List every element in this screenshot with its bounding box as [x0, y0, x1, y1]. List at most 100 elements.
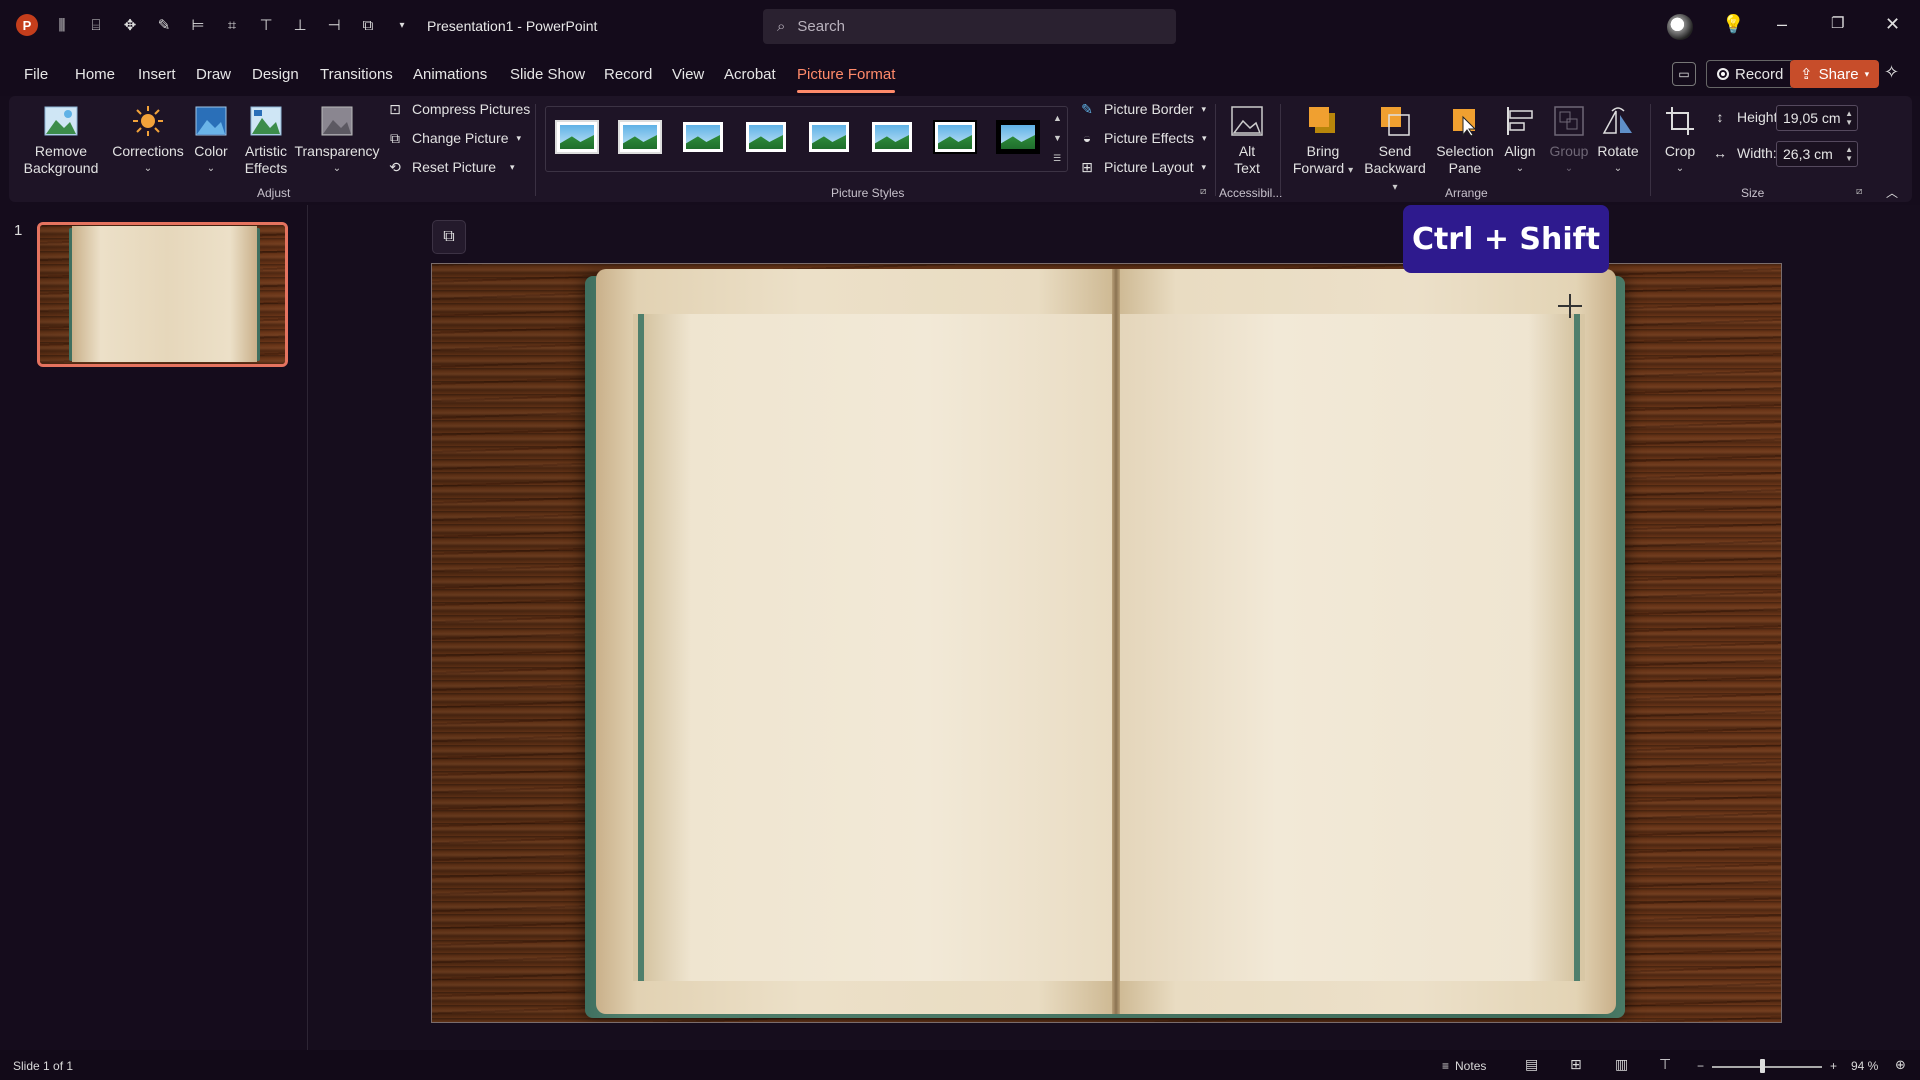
align-right-icon[interactable]: ⊣	[324, 15, 344, 35]
lightbulb-icon[interactable]: 💡	[1722, 14, 1744, 35]
notes-button[interactable]: ≡ Notes	[1442, 1059, 1486, 1073]
crop-icon[interactable]: ⌗	[222, 15, 242, 35]
tab-slide-show[interactable]: Slide Show	[510, 66, 585, 83]
gallery-up-icon[interactable]: ▲	[1053, 108, 1062, 128]
send-backward-button[interactable]: Send Backward ▾	[1360, 103, 1430, 196]
search-input[interactable]: ⌕ Search	[763, 9, 1176, 44]
alt-text-button[interactable]: Alt Text	[1227, 103, 1267, 177]
artistic-effects-label-2: Effects	[244, 160, 288, 176]
gallery-scroll[interactable]: ▲ ▼ ☰	[1053, 108, 1062, 168]
slide-thumbnail[interactable]	[37, 222, 288, 367]
picture-styles-group-label: Picture Styles	[831, 186, 905, 200]
picture-style-3[interactable]	[681, 120, 725, 154]
group-button[interactable]: Group ⌄	[1548, 103, 1590, 177]
tab-acrobat[interactable]: Acrobat	[724, 66, 776, 83]
tab-design[interactable]: Design	[252, 66, 299, 83]
move-icon[interactable]: ✥	[120, 15, 140, 35]
size-launcher-icon[interactable]: ⧄	[1856, 186, 1862, 197]
picture-effects-button[interactable]: ◒ Picture Effects ▾	[1078, 130, 1207, 146]
picture-border-button[interactable]: ✎ Picture Border ▾	[1078, 100, 1206, 118]
gallery-more-icon[interactable]: ☰	[1053, 148, 1062, 168]
tab-record[interactable]: Record	[604, 66, 652, 83]
color-button[interactable]: Color ⌄	[190, 103, 232, 177]
spin-up-icon[interactable]: ▲	[1845, 109, 1853, 118]
distribute-icon[interactable]: ⌸	[86, 15, 106, 35]
tab-view[interactable]: View	[672, 66, 704, 83]
tab-draw[interactable]: Draw	[196, 66, 231, 83]
close-button[interactable]: ✕	[1885, 14, 1900, 35]
picture-style-6[interactable]	[870, 120, 914, 154]
selection-pane-button[interactable]: Selection Pane	[1432, 103, 1498, 177]
reset-picture-button[interactable]: ⟲ Reset Picture ▾	[386, 159, 514, 176]
restore-button[interactable]: ❐	[1831, 14, 1844, 32]
zoom-level[interactable]: 94 %	[1851, 1059, 1878, 1073]
spin-down-icon[interactable]: ▼	[1845, 154, 1853, 163]
spin-up-icon[interactable]: ▲	[1845, 145, 1853, 154]
picture-style-1[interactable]	[555, 120, 599, 154]
zoom-slider-track[interactable]	[1712, 1066, 1822, 1068]
tab-transitions[interactable]: Transitions	[320, 66, 393, 83]
picture-style-8[interactable]	[996, 120, 1040, 154]
tab-insert[interactable]: Insert	[138, 66, 176, 83]
reading-view-icon[interactable]: ▥	[1615, 1056, 1628, 1073]
tab-home[interactable]: Home	[75, 66, 115, 83]
slide[interactable]	[431, 263, 1782, 1023]
width-spinner[interactable]: ▲ ▼	[1845, 145, 1853, 163]
zoom-out-button[interactable]: −	[1697, 1059, 1704, 1073]
align-left-icon[interactable]: ⊨	[188, 15, 208, 35]
tab-animations[interactable]: Animations	[413, 66, 487, 83]
fit-to-window-icon[interactable]: ⊕	[1895, 1057, 1906, 1073]
artistic-effects-button[interactable]: Artistic Effects	[238, 103, 294, 177]
corrections-label: Corrections	[112, 143, 184, 159]
align-top-icon[interactable]: ⊤	[256, 15, 276, 35]
record-icon	[1717, 68, 1729, 80]
picture-border-icon: ✎	[1081, 100, 1093, 117]
crop-button[interactable]: Crop ⌄	[1660, 103, 1700, 177]
width-input[interactable]: 26,3 cm ▲ ▼	[1776, 141, 1858, 167]
align-middle-icon[interactable]: ⊥	[290, 15, 310, 35]
arrange-icon[interactable]: ⧉	[358, 15, 378, 35]
slide-sorter-icon[interactable]: ⊞	[1570, 1056, 1582, 1073]
normal-view-icon[interactable]: ▤	[1525, 1056, 1538, 1073]
record-button[interactable]: Record	[1706, 60, 1795, 88]
picture-style-2[interactable]	[618, 120, 662, 154]
change-picture-button[interactable]: ⧉ Change Picture ▾	[386, 130, 522, 147]
ribbon-tabs: File Home Insert Draw Design Transitions…	[0, 52, 1920, 96]
zoom-slider-thumb[interactable]	[1760, 1059, 1765, 1073]
draw-pen-icon[interactable]: ✎	[154, 15, 174, 35]
rotate-button[interactable]: Rotate ⌄	[1596, 103, 1640, 177]
slideshow-view-icon[interactable]: ⊤	[1659, 1056, 1671, 1073]
transparency-button[interactable]: Transparency ⌄	[294, 103, 380, 177]
width-value: 26,3 cm	[1783, 146, 1833, 162]
tab-picture-format[interactable]: Picture Format	[797, 66, 896, 93]
bring-forward-button[interactable]: Bring Forward ▾	[1288, 103, 1358, 179]
collapse-ribbon-icon[interactable]: ︿	[1886, 184, 1898, 201]
customize-qat-chevron-icon[interactable]: ▾	[392, 15, 412, 35]
picture-style-4[interactable]	[744, 120, 788, 154]
spin-down-icon[interactable]: ▼	[1845, 118, 1853, 127]
format-picture-launcher-icon[interactable]: ⧄	[1200, 186, 1206, 197]
picture-layout-button[interactable]: ⊞ Picture Layout ▾	[1078, 159, 1206, 176]
change-picture-chevron-icon: ▾	[516, 132, 522, 143]
comments-button[interactable]: ▭	[1672, 62, 1696, 86]
corrections-button[interactable]: Corrections ⌄	[112, 103, 184, 177]
remove-background-button[interactable]: Remove Background	[22, 103, 100, 177]
height-input[interactable]: 19,05 cm ▲ ▼	[1776, 105, 1858, 131]
compress-pictures-button[interactable]: ⊡ Compress Pictures	[386, 101, 530, 118]
status-bar: Slide 1 of 1 ≡ Notes ▤ ⊞ ▥ ⊤ − + 94 % ⊕	[0, 1050, 1920, 1080]
designer-button[interactable]: ⧉	[432, 220, 466, 254]
height-spinner[interactable]: ▲ ▼	[1845, 109, 1853, 127]
title-bar: P ⫼ ⌸ ✥ ✎ ⊨ ⌗ ⊤ ⊥ ⊣ ⧉ ▾ Presentation1 - …	[0, 0, 1920, 52]
copilot-icon[interactable]: ✧	[1884, 62, 1899, 83]
picture-style-5[interactable]	[807, 120, 851, 154]
align-center-icon[interactable]: ⫼	[52, 15, 72, 35]
share-button[interactable]: ⇪ Share ▾	[1790, 60, 1880, 88]
tab-file[interactable]: File	[24, 66, 48, 83]
gallery-down-icon[interactable]: ▼	[1053, 128, 1062, 148]
picture-style-7[interactable]	[933, 120, 977, 154]
align-button[interactable]: Align ⌄	[1500, 103, 1540, 177]
notes-label: Notes	[1455, 1059, 1487, 1073]
minimize-button[interactable]: –	[1777, 14, 1787, 35]
zoom-in-button[interactable]: +	[1830, 1059, 1837, 1073]
user-avatar[interactable]	[1667, 14, 1693, 40]
